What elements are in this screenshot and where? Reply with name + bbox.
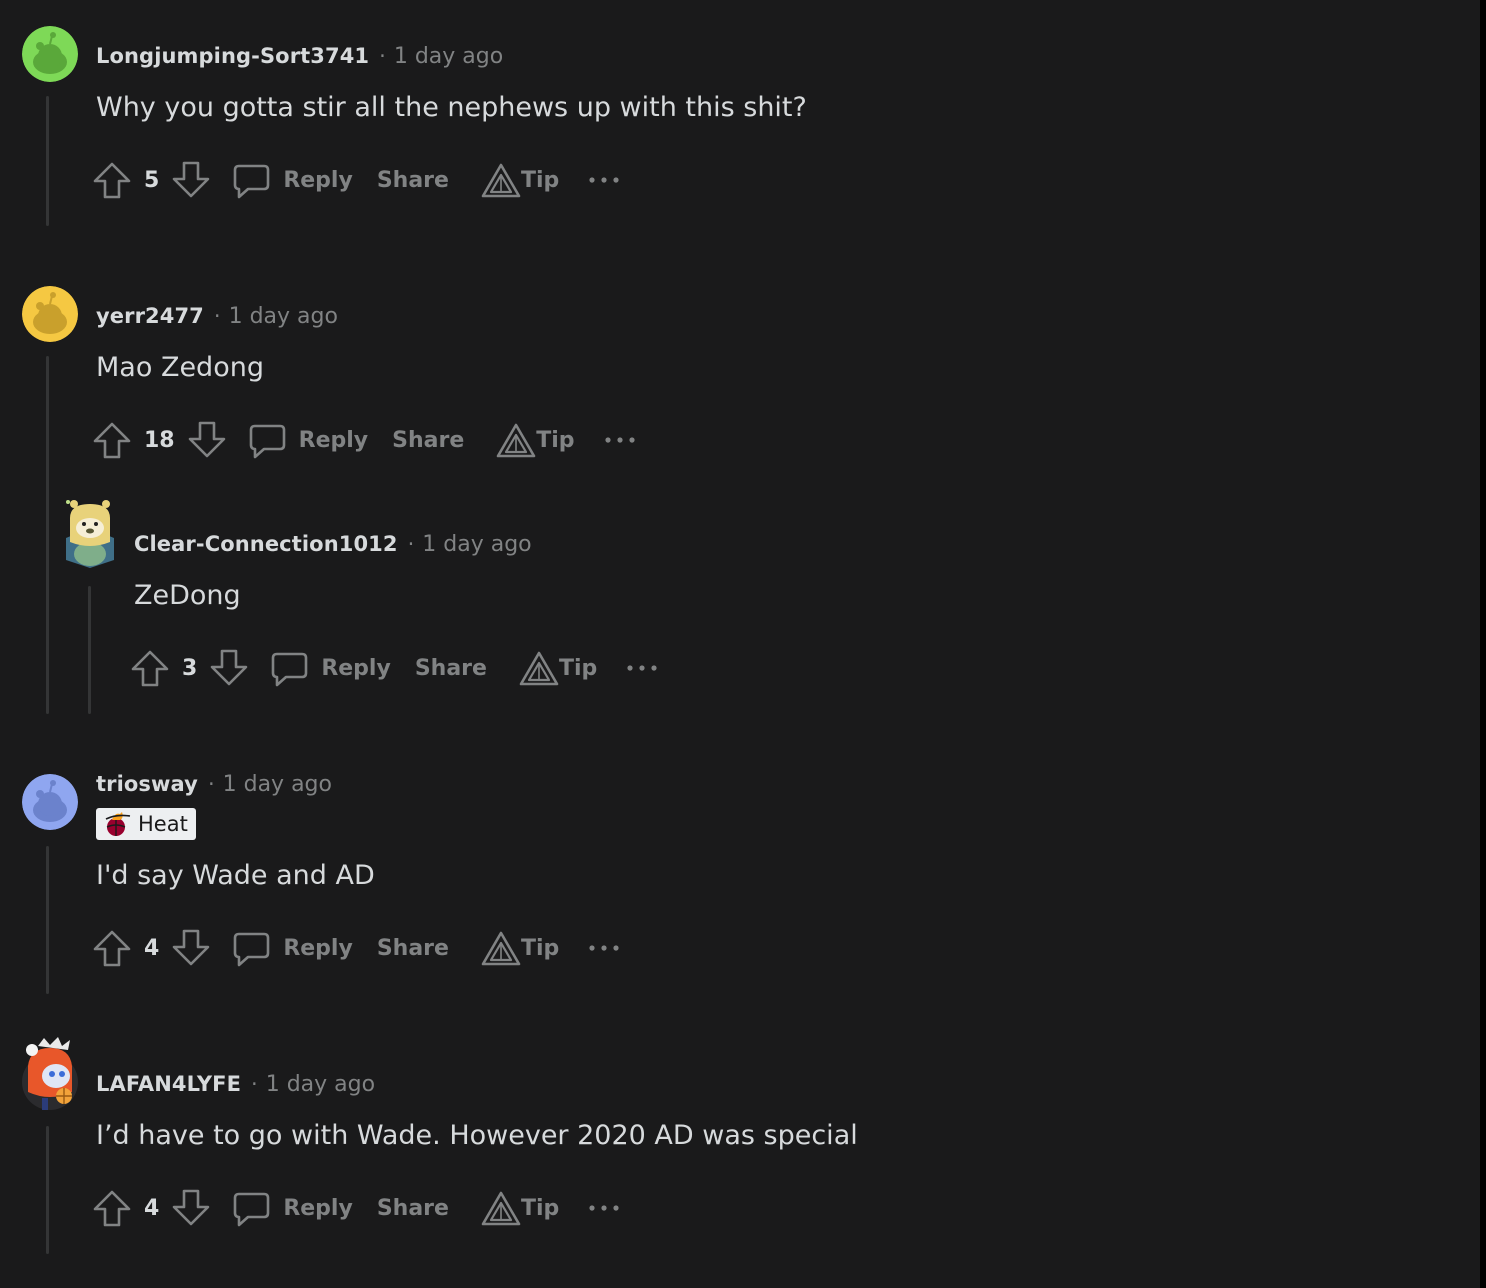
user-flair: Heat <box>96 808 196 840</box>
share-label: Share <box>392 427 465 453</box>
window-edge <box>1480 0 1486 1288</box>
avatar[interactable] <box>22 774 78 830</box>
separator: · <box>213 304 221 328</box>
separator: · <box>207 772 215 796</box>
share-button[interactable]: Share <box>377 936 449 961</box>
comment-body: Why you gotta stir all the nephews up wi… <box>96 92 807 123</box>
timestamp[interactable]: 1 day ago <box>229 304 338 329</box>
share-button[interactable]: Share <box>377 1196 449 1221</box>
vote-count: 5 <box>144 167 160 193</box>
tip-label: Tip <box>520 935 560 961</box>
more-options-icon[interactable] <box>587 942 621 954</box>
comment-body: Mao Zedong <box>96 352 264 383</box>
more-options-icon[interactable] <box>587 1202 621 1214</box>
reply-label: Reply <box>283 1195 353 1221</box>
timestamp[interactable]: 1 day ago <box>394 44 503 69</box>
share-label: Share <box>376 935 449 961</box>
comment-body: ZeDong <box>134 580 241 611</box>
downvote-icon[interactable] <box>171 928 211 968</box>
avatar[interactable] <box>60 498 120 570</box>
upvote-icon[interactable] <box>92 1188 132 1228</box>
action-bar: 4 Reply Share Tip <box>92 1186 621 1230</box>
tip-button[interactable]: Tip <box>481 162 559 198</box>
reply-button[interactable]: Reply <box>231 928 353 968</box>
separator: · <box>251 1072 258 1096</box>
tip-label: Tip <box>536 427 575 453</box>
vote-count: 3 <box>182 655 198 681</box>
comment-body: I'd say Wade and AD <box>96 860 375 891</box>
share-button[interactable]: Share <box>415 656 487 681</box>
share-button[interactable]: Share <box>392 428 464 453</box>
tip-button[interactable]: Tip <box>519 650 597 686</box>
avatar[interactable] <box>22 1036 82 1112</box>
reply-label: Reply <box>283 167 353 193</box>
share-button[interactable]: Share <box>377 168 449 193</box>
action-bar: 5 Reply Share Tip <box>92 158 621 202</box>
thread-line[interactable] <box>46 1126 49 1254</box>
tip-button[interactable]: Tip <box>481 930 559 966</box>
tip-triangle-icon <box>481 162 521 198</box>
upvote-icon[interactable] <box>92 928 132 968</box>
comment-bubble-icon <box>231 160 271 200</box>
comment-bubble-icon <box>247 420 287 460</box>
share-label: Share <box>376 1195 449 1221</box>
comment-body: I’d have to go with Wade. However 2020 A… <box>96 1120 858 1151</box>
share-label: Share <box>414 655 487 681</box>
vote-count: 4 <box>144 935 160 961</box>
tip-triangle-icon <box>481 930 521 966</box>
reply-button[interactable]: Reply <box>231 160 353 200</box>
upvote-icon[interactable] <box>130 648 170 688</box>
reply-button[interactable]: Reply <box>269 648 391 688</box>
reply-label: Reply <box>321 655 391 681</box>
upvote-icon[interactable] <box>92 160 132 200</box>
downvote-icon[interactable] <box>171 1188 211 1228</box>
reply-button[interactable]: Reply <box>247 420 369 460</box>
tip-triangle-icon <box>496 422 536 458</box>
vote-count: 18 <box>144 427 175 453</box>
action-bar: 18 Reply Share Tip <box>92 418 637 462</box>
action-bar: 3 Reply Share Tip <box>130 646 659 690</box>
share-label: Share <box>376 167 449 193</box>
more-options-icon[interactable] <box>587 174 621 186</box>
reply-label: Reply <box>283 935 353 961</box>
tip-label: Tip <box>558 655 598 681</box>
flair-label: Heat <box>138 812 188 836</box>
thread-line[interactable] <box>46 96 49 226</box>
avatar[interactable] <box>22 26 78 82</box>
username[interactable]: Longjumping-Sort3741 <box>96 44 369 68</box>
username[interactable]: triosway <box>96 772 198 796</box>
tip-button[interactable]: Tip <box>481 1190 559 1226</box>
thread-line[interactable] <box>88 586 91 714</box>
tip-label: Tip <box>520 1195 560 1221</box>
timestamp[interactable]: 1 day ago <box>223 772 332 797</box>
upvote-icon[interactable] <box>92 420 132 460</box>
downvote-icon[interactable] <box>187 420 227 460</box>
timestamp[interactable]: 1 day ago <box>422 532 531 557</box>
username[interactable]: LAFAN4LYFE <box>96 1072 241 1096</box>
heat-logo-icon <box>102 810 132 838</box>
thread-line[interactable] <box>46 356 49 714</box>
username[interactable]: Clear-Connection1012 <box>134 532 398 556</box>
comment-bubble-icon <box>231 928 271 968</box>
tip-label: Tip <box>520 167 560 193</box>
downvote-icon[interactable] <box>171 160 211 200</box>
thread-line[interactable] <box>46 846 49 994</box>
avatar[interactable] <box>22 286 78 342</box>
comment-bubble-icon <box>231 1188 271 1228</box>
more-options-icon[interactable] <box>625 662 659 674</box>
reply-label: Reply <box>298 427 369 453</box>
vote-count: 4 <box>144 1195 160 1221</box>
reply-button[interactable]: Reply <box>231 1188 353 1228</box>
tip-triangle-icon <box>481 1190 521 1226</box>
action-bar: 4 Reply Share Tip <box>92 926 621 970</box>
downvote-icon[interactable] <box>209 648 249 688</box>
username[interactable]: yerr2477 <box>96 304 204 328</box>
separator: · <box>379 44 386 68</box>
separator: · <box>407 532 415 556</box>
more-options-icon[interactable] <box>603 434 637 446</box>
timestamp[interactable]: 1 day ago <box>266 1072 375 1097</box>
tip-button[interactable]: Tip <box>496 422 575 458</box>
comment-bubble-icon <box>269 648 309 688</box>
tip-triangle-icon <box>519 650 559 686</box>
